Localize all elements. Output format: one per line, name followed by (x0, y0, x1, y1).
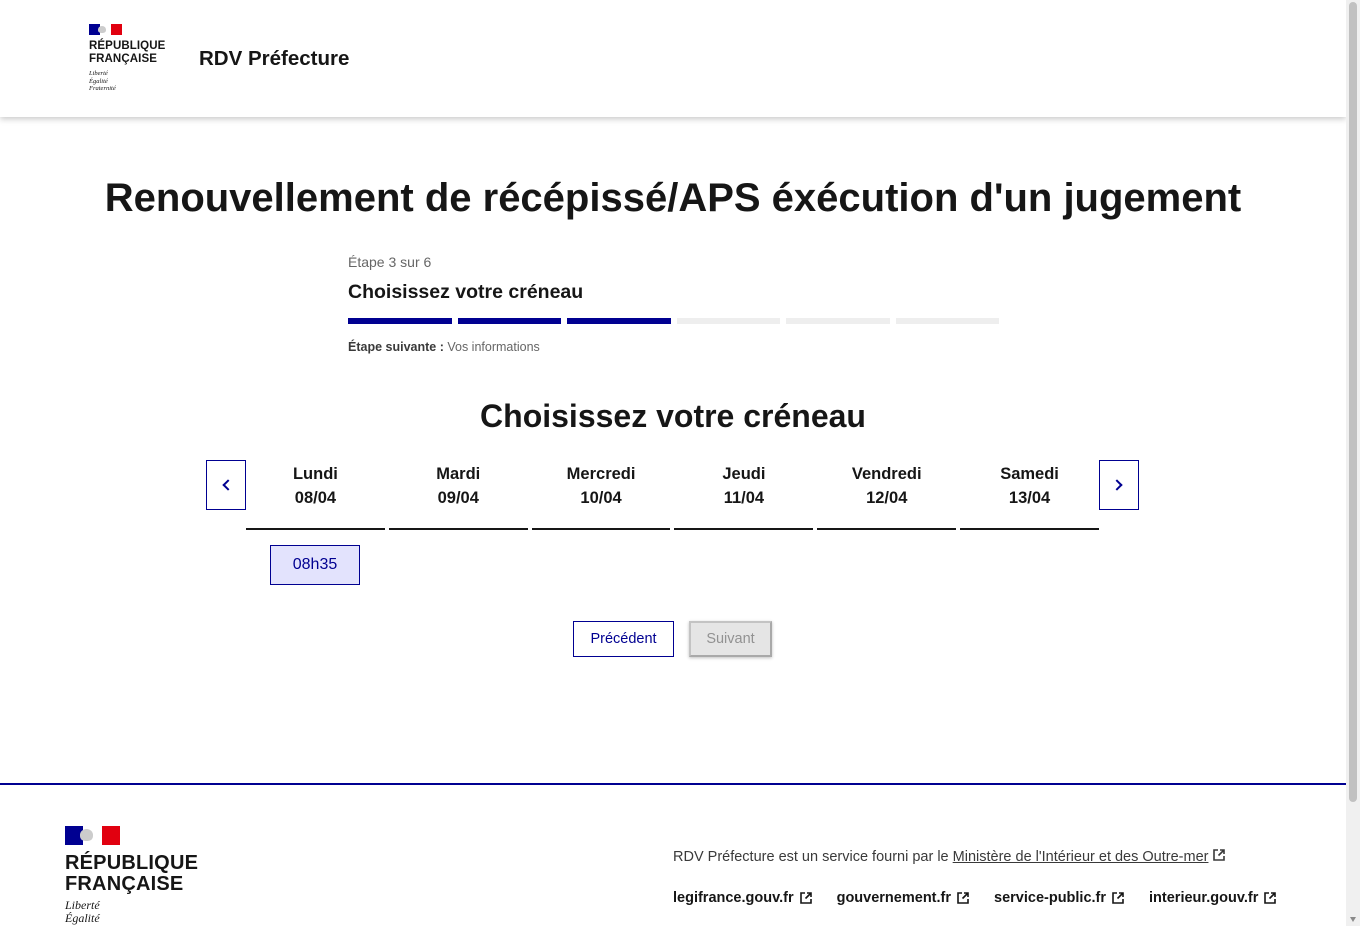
logo-text: RÉPUBLIQUE FRANÇAISE (89, 40, 169, 66)
logo-line2: FRANÇAISE (89, 53, 157, 65)
day-name: Vendredi (851, 465, 922, 483)
stepper-next-step: Étape suivante : Vos informations (348, 340, 1008, 354)
stepper-state: Étape 3 sur 6 (348, 254, 432, 270)
devise-liberte: Liberté (89, 70, 108, 77)
site-header: RÉPUBLIQUE FRANÇAISE Liberté Égalité Fra… (0, 0, 1346, 117)
next-button[interactable]: Suivant (689, 621, 772, 657)
devise-egalite: Égalité (89, 77, 108, 85)
footer-republique-francaise-logo[interactable]: RÉPUBLIQUE FRANÇAISE Liberté Égalité (65, 826, 198, 925)
day-date: 10/04 (580, 489, 622, 507)
scroll-down-arrow-icon[interactable] (1350, 917, 1356, 922)
footer-logo-text: RÉPUBLIQUE FRANÇAISE (65, 853, 198, 895)
footer-logo-line1: RÉPUBLIQUE (65, 852, 199, 874)
footer-links: legifrance.gouv.fr gouvernement.fr service… (673, 890, 1277, 906)
day-name: Lundi (292, 465, 338, 483)
chevron-right-icon (1111, 479, 1123, 491)
stepper-bar (567, 318, 671, 324)
day-column: Lundi 08/04 (246, 462, 385, 530)
previous-week-button[interactable] (206, 460, 246, 510)
day-column: Vendredi 12/04 (817, 462, 957, 530)
stepper-bar (895, 318, 999, 324)
time-slot-button[interactable]: 08h35 (270, 545, 360, 585)
footer-link[interactable]: gouvernement.fr (837, 890, 969, 906)
footer-devise: Liberté Égalité (65, 899, 198, 925)
stepper-bar (348, 318, 452, 324)
devise-fraternite: Fraternité (89, 85, 116, 92)
footer-marianne-flag-icon (65, 826, 120, 845)
marianne-flag-icon (89, 24, 122, 35)
external-link-icon (957, 892, 969, 904)
footer-logo-line2: FRANÇAISE (65, 873, 184, 895)
stepper-progress-bars (348, 318, 1008, 324)
external-link-icon (1212, 849, 1225, 861)
footer-link[interactable]: interieur.gouv.fr (1149, 890, 1277, 906)
footer-link-label: gouvernement.fr (836, 890, 952, 906)
footer-link-label: legifrance.gouv.fr (673, 890, 794, 906)
day-date: 08/04 (294, 489, 337, 507)
footer-desc-prefix: RDV Préfecture est un service fourni par… (673, 849, 949, 865)
external-link-icon (1112, 892, 1124, 904)
ministere-link-label: Ministère de l'Intérieur et des Outre-me… (952, 849, 1209, 865)
footer-devise-egalite: Égalité (65, 911, 100, 925)
logo-line1: RÉPUBLIQUE (89, 40, 166, 52)
day-date: 13/04 (1008, 489, 1051, 507)
day-date: 11/04 (723, 489, 765, 507)
day-column: Mercredi 10/04 (531, 462, 671, 530)
republique-francaise-logo[interactable]: RÉPUBLIQUE FRANÇAISE Liberté Égalité Fra… (89, 24, 169, 93)
external-link-icon (799, 892, 812, 904)
devise: Liberté Égalité Fraternité (89, 70, 169, 93)
site-footer: RÉPUBLIQUE FRANÇAISE Liberté Égalité RDV… (0, 783, 1346, 926)
slot-section-title: Choisissez votre créneau (480, 398, 866, 434)
external-link-icon (1264, 892, 1277, 904)
stepper-title: Choisissez votre créneau (348, 281, 584, 303)
day-column: Samedi 13/04 (960, 462, 1099, 530)
vertical-scrollbar[interactable] (1346, 0, 1360, 926)
stepper: Étape 3 sur 6 Choisissez votre créneau É… (348, 254, 1008, 354)
next-week-button[interactable] (1099, 460, 1139, 510)
days-header: Lundi 08/04 Mardi 09/04 Mercredi 10/04 Jeudi 11… (246, 462, 1099, 530)
ministere-link[interactable]: Ministère de l'Intérieur et des Outre-me… (953, 849, 1209, 865)
day-column: Mardi 09/04 (388, 462, 528, 530)
stepper-next-value: Vos informations (447, 340, 540, 354)
stepper-next-label: Étape suivante : (348, 340, 444, 354)
stepper-bar (457, 318, 561, 324)
footer-link-label: interieur.gouv.fr (1149, 890, 1259, 906)
stepper-bar (676, 318, 780, 324)
service-name[interactable]: RDV Préfecture (199, 47, 349, 71)
page-title: Renouvellement de récépissé/APS éxécutio… (104, 176, 1242, 220)
footer-link[interactable]: legifrance.gouv.fr (673, 890, 812, 906)
footer-description: RDV Préfecture est un service fourni par… (673, 849, 1225, 865)
stepper-bar (786, 318, 890, 324)
scrollbar-thumb[interactable] (1349, 2, 1357, 802)
chevron-left-icon (222, 479, 234, 491)
day-date: 09/04 (437, 489, 479, 507)
day-column: Jeudi 11/04 (674, 462, 814, 530)
day-name: Mardi (436, 465, 481, 483)
footer-link-label: service-public.fr (994, 890, 1107, 906)
previous-button[interactable]: Précédent (573, 621, 674, 657)
day-name: Samedi (1000, 465, 1059, 483)
day-name: Mercredi (566, 465, 636, 483)
footer-link[interactable]: service-public.fr (994, 890, 1124, 906)
day-date: 12/04 (866, 489, 908, 507)
day-name: Jeudi (722, 465, 766, 483)
